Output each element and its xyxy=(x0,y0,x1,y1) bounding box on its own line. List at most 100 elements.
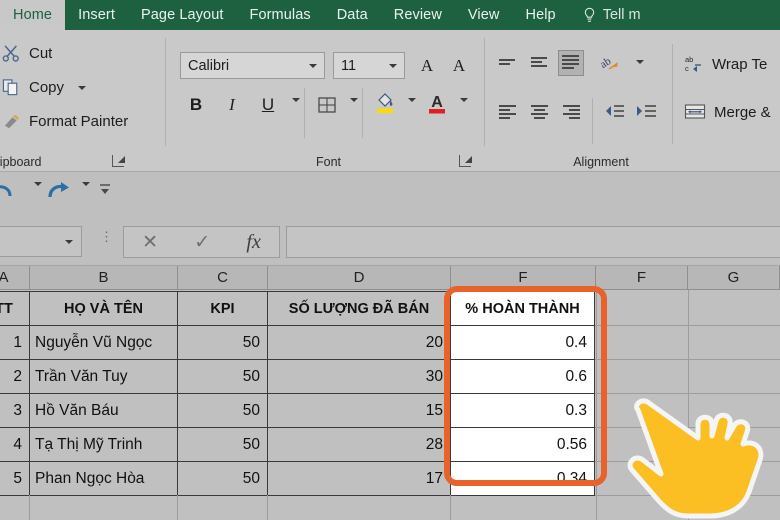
clipboard-dialog-launcher[interactable] xyxy=(112,155,125,167)
cell-b5[interactable]: Tạ Thị Mỹ Trinh xyxy=(29,427,178,462)
cell-c3[interactable]: 50 xyxy=(177,359,268,394)
cell-a4[interactable]: 3 xyxy=(0,393,30,428)
font-family-select[interactable]: Calibri xyxy=(180,52,325,79)
tab-help-label: Help xyxy=(525,7,556,23)
cell-c1-header[interactable]: KPI xyxy=(177,291,268,326)
tell-me-search[interactable]: Tell m xyxy=(569,0,641,30)
cut-button[interactable]: Cut xyxy=(2,44,52,63)
tab-help[interactable]: Help xyxy=(513,0,569,30)
formula-bar-buttons: ✕ ✓ fx xyxy=(123,226,280,258)
cell-d1-header[interactable]: SỐ LƯỢNG ĐÃ BÁN xyxy=(267,291,451,326)
cell-e5[interactable]: 0.56 xyxy=(450,427,595,462)
copy-button[interactable]: Copy xyxy=(2,78,87,97)
cell-a5[interactable]: 4 xyxy=(0,427,30,462)
cell-b3[interactable]: Trần Văn Tuy xyxy=(29,359,178,394)
cell-c5[interactable]: 50 xyxy=(177,427,268,462)
font-dialog-launcher[interactable] xyxy=(459,155,472,167)
cell-b6[interactable]: Phan Ngọc Hòa xyxy=(29,461,178,496)
tab-formulas[interactable]: Formulas xyxy=(237,0,324,30)
cell-b2[interactable]: Nguyễn Vũ Ngọc xyxy=(29,325,178,360)
cell-e3[interactable]: 0.6 xyxy=(450,359,595,394)
font-color-dropdown-caret[interactable] xyxy=(454,98,468,102)
insert-function-fx-icon[interactable]: fx xyxy=(246,231,260,254)
customize-toolbar-button[interactable] xyxy=(98,182,112,203)
cell-d2[interactable]: 20 xyxy=(267,325,451,360)
name-box[interactable] xyxy=(0,226,82,257)
tab-view[interactable]: View xyxy=(455,0,513,30)
cell-b1-header[interactable]: HỌ VÀ TÊN xyxy=(29,291,178,326)
cell-d5[interactable]: 28 xyxy=(267,427,451,462)
italic-button[interactable]: I xyxy=(220,92,244,118)
fill-color-button[interactable] xyxy=(372,88,398,118)
column-header-f[interactable]: F xyxy=(596,266,688,290)
undo-icon xyxy=(0,185,12,197)
cell-e6[interactable]: 0.34 xyxy=(450,461,595,496)
tab-insert[interactable]: Insert xyxy=(65,0,128,30)
borders-dropdown-caret[interactable] xyxy=(344,98,358,102)
tab-data[interactable]: Data xyxy=(324,0,381,30)
cell-e2[interactable]: 0.4 xyxy=(450,325,595,360)
cell-e4[interactable]: 0.3 xyxy=(450,393,595,428)
cell-a2[interactable]: 1 xyxy=(0,325,30,360)
font-size-select[interactable]: 11 xyxy=(333,52,405,79)
align-right-button[interactable] xyxy=(560,102,582,122)
cell-a6[interactable]: 5 xyxy=(0,461,30,496)
column-header-a-label: A xyxy=(0,269,9,286)
redo-button[interactable] xyxy=(44,180,72,207)
decrease-indent-button[interactable] xyxy=(602,102,628,122)
tab-page-layout[interactable]: Page Layout xyxy=(128,0,237,30)
ribbon-group-font: Calibri 11 A A B I U A Font xyxy=(172,30,485,172)
align-top-button[interactable] xyxy=(496,54,518,74)
cell-c6[interactable]: 50 xyxy=(177,461,268,496)
undo-button[interactable] xyxy=(0,180,16,207)
clipboard-group-label: Clipboard xyxy=(0,155,42,169)
copy-dropdown-caret-icon[interactable] xyxy=(78,85,87,90)
cell-e1-header[interactable]: % HOÀN THÀNH xyxy=(450,291,595,326)
tab-review[interactable]: Review xyxy=(381,0,455,30)
formula-input[interactable] xyxy=(286,226,780,258)
cell-c4[interactable]: 50 xyxy=(177,393,268,428)
merge-center-button[interactable]: Merge & xyxy=(684,102,771,122)
ribbon-body: Cut Copy Format Painter Clipboard xyxy=(0,30,780,172)
text-orientation-button[interactable]: ab xyxy=(598,52,624,78)
format-painter-button[interactable]: Format Painter xyxy=(2,112,128,131)
cell-c2[interactable]: 50 xyxy=(177,325,268,360)
redo-dropdown-caret[interactable] xyxy=(76,182,90,204)
cell-d4[interactable]: 15 xyxy=(267,393,451,428)
cell-a3[interactable]: 2 xyxy=(0,359,30,394)
align-bottom-button[interactable] xyxy=(558,50,584,76)
align-center-button[interactable] xyxy=(528,102,550,122)
cancel-x-icon[interactable]: ✕ xyxy=(142,231,158,254)
bold-button[interactable]: B xyxy=(184,92,208,118)
underline-dropdown-caret[interactable] xyxy=(286,98,300,102)
orientation-dropdown-caret[interactable] xyxy=(630,60,644,64)
column-header-e[interactable]: F xyxy=(451,266,596,290)
formula-bar-grip[interactable]: ⋮ xyxy=(100,230,113,243)
borders-button[interactable] xyxy=(314,92,340,118)
wrap-text-button[interactable]: ab c Wrap Te xyxy=(684,54,767,74)
fill-color-dropdown-caret[interactable] xyxy=(402,98,416,102)
increase-font-size-label: A xyxy=(420,55,434,75)
cell-b4[interactable]: Hồ Văn Báu xyxy=(29,393,178,428)
column-header-g[interactable]: G xyxy=(688,266,780,290)
confirm-check-icon[interactable]: ✓ xyxy=(194,231,210,254)
align-middle-button[interactable] xyxy=(528,54,550,74)
underline-button[interactable]: U xyxy=(256,92,280,118)
column-header-d[interactable]: D xyxy=(268,266,451,290)
cell-a1-header[interactable]: TT xyxy=(0,291,30,326)
align-left-button[interactable] xyxy=(496,102,518,122)
font-color-button[interactable]: A xyxy=(424,88,450,118)
increase-indent-button[interactable] xyxy=(634,102,660,122)
decrease-font-size-button[interactable]: A xyxy=(447,52,471,79)
column-header-a[interactable]: A xyxy=(0,266,30,290)
paintbrush-icon xyxy=(4,114,20,129)
cell-text: 20 xyxy=(425,333,443,351)
column-header-b[interactable]: B xyxy=(30,266,178,290)
tab-home[interactable]: Home xyxy=(0,0,66,30)
cell-d6[interactable]: 17 xyxy=(267,461,451,496)
undo-dropdown-caret[interactable] xyxy=(28,182,42,204)
column-header-c[interactable]: C xyxy=(178,266,268,290)
gridline xyxy=(450,495,451,520)
increase-font-size-button[interactable]: A xyxy=(415,52,439,79)
cell-d3[interactable]: 30 xyxy=(267,359,451,394)
